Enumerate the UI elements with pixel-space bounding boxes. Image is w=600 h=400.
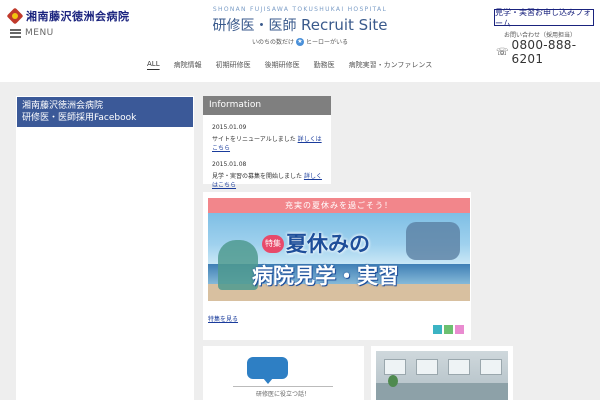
category-nav: ALL 病院情報 初期研修医 後期研修医 勤務医 病院実習・カンファレンス — [140, 60, 439, 70]
menu-button[interactable]: MENU — [10, 28, 54, 38]
tagline-left: いのちの数だけ — [251, 39, 294, 46]
site-title-jp: 研修医・医師 — [212, 18, 297, 34]
office-card[interactable] — [371, 346, 513, 400]
category-tag[interactable] — [433, 325, 442, 334]
phone-contact[interactable]: ☏ 0800-888-6201 — [496, 38, 600, 66]
category-tag[interactable] — [444, 325, 453, 334]
info-item: 2015.01.08 見学・実習の募集を開始しました 詳しくはこちら — [203, 161, 331, 189]
feature-badge: 特集 — [262, 235, 284, 253]
nav-item-senior-resident[interactable]: 後期研修医 — [258, 60, 307, 70]
tagline-right: ヒーローがいる — [306, 39, 349, 46]
office-photo — [376, 351, 508, 400]
site-title[interactable]: SHONAN FUJISAWA TOKUSHUKAI HOSPITAL 研修医・… — [200, 6, 400, 46]
site-main-title: 研修医・医師 Recruit Site — [200, 15, 400, 35]
tips-card[interactable]: 研修医に役立つ話！ — [203, 346, 364, 400]
window-decoration — [416, 359, 438, 375]
info-text: 見学・実習の募集を開始しました 詳しくはこちら — [212, 171, 322, 189]
information-panel: Information 2015.01.09 サイトをリニューアルしました 詳し… — [203, 96, 331, 189]
site-header: 湘南藤沢徳洲会病院 MENU SHONAN FUJISAWA TOKUSHUKA… — [0, 0, 600, 82]
feature-tags — [433, 325, 464, 334]
feature-link[interactable]: 特集を見る — [208, 314, 238, 323]
nav-item-junior-resident[interactable]: 初期研修医 — [209, 60, 258, 70]
facebook-panel: 湘南藤沢徳洲会病院 研修医・医師採用Facebook — [16, 96, 194, 400]
phone-icon: ☏ — [496, 46, 509, 58]
feature-image[interactable]: 充実の夏休みを過ごそう！ 特集 夏休みの 病院見学・実習 — [208, 198, 470, 301]
nav-item-all[interactable]: ALL — [140, 60, 167, 70]
info-body: サイトをリニューアルしました — [212, 136, 296, 143]
facebook-title-line1: 湘南藤沢徳洲会病院 — [22, 101, 104, 111]
hospital-logo[interactable]: 湘南藤沢徳洲会病院 — [8, 8, 130, 24]
hospital-emblem-icon — [8, 9, 22, 23]
window-decoration — [448, 359, 470, 375]
information-title: Information — [203, 96, 331, 115]
logo-text: 湘南藤沢徳洲会病院 — [26, 10, 130, 23]
window-decoration — [384, 359, 406, 375]
category-tag[interactable] — [455, 325, 464, 334]
site-subtitle: SHONAN FUJISAWA TOKUSHUKAI HOSPITAL — [212, 6, 388, 13]
feature-banner: 充実の夏休みを過ごそう！ — [208, 198, 470, 213]
info-date: 2015.01.08 — [212, 161, 247, 168]
facebook-header[interactable]: 湘南藤沢徳洲会病院 研修医・医師採用Facebook — [17, 97, 193, 127]
info-item: 2015.01.09 サイトをリニューアルしました 詳しくはこちら — [203, 124, 331, 152]
info-date: 2015.01.09 — [212, 124, 247, 131]
facebook-title-line2: 研修医・医師採用Facebook — [22, 113, 137, 123]
info-text: サイトをリニューアルしました 詳しくはこちら — [212, 134, 322, 152]
speech-bubble-icon — [247, 357, 288, 384]
nav-item-training-conference[interactable]: 病院実習・カンファレンス — [342, 60, 440, 70]
feature-title-line2: 病院見学・実習 — [252, 264, 399, 288]
menu-label: MENU — [25, 28, 54, 38]
phone-number: 0800-888-6201 — [511, 38, 577, 66]
hamburger-icon — [10, 28, 21, 38]
site-title-en: Recruit Site — [300, 16, 388, 34]
nav-item-hospital-info[interactable]: 病院情報 — [167, 60, 209, 70]
nav-item-staff-doctor[interactable]: 勤務医 — [307, 60, 342, 70]
hero-icon: ★ — [296, 37, 304, 46]
site-tagline: いのちの数だけ ★ ヒーローがいる — [200, 37, 400, 46]
apply-form-button[interactable]: 見学・実習お申し込みフォーム — [494, 8, 594, 28]
feature-card: 充実の夏休みを過ごそう！ 特集 夏休みの 病院見学・実習 特集を見る — [203, 192, 471, 340]
window-decoration — [480, 359, 502, 375]
info-body: 見学・実習の募集を開始しました — [212, 173, 303, 180]
plant-decoration — [388, 375, 398, 387]
tips-card-text: 研修医に役立つ話！ — [233, 386, 333, 400]
feature-title-line1: 夏休みの — [286, 232, 370, 256]
doctors-figure — [406, 222, 460, 260]
